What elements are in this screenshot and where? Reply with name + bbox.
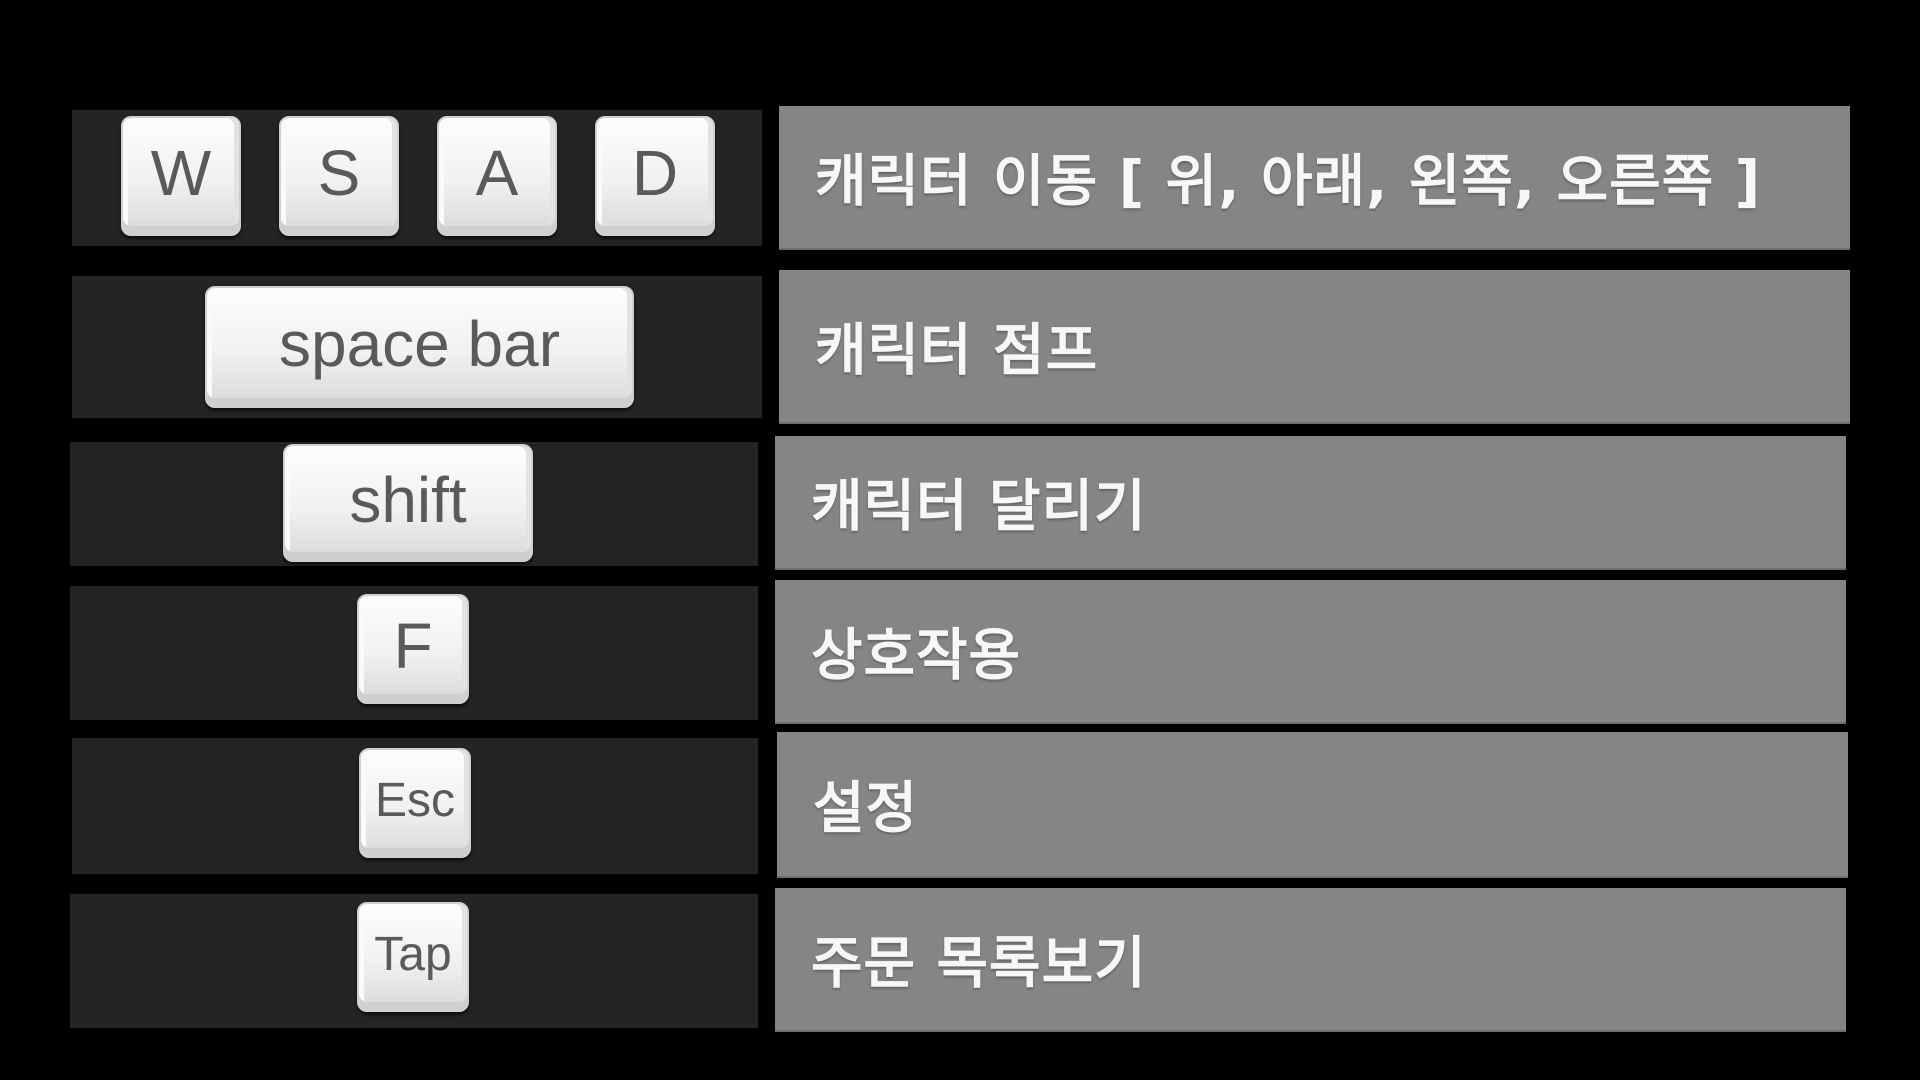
key-panel-move: W S A D	[72, 110, 762, 246]
key-d-label: D	[631, 137, 679, 209]
description-settings: 설정	[813, 776, 919, 842]
description-panel-jump: 캐릭터 점프	[779, 270, 1850, 424]
key-shift-label: shift	[349, 464, 467, 536]
key-panel-run: shift	[70, 442, 758, 566]
key-s-label: S	[317, 137, 361, 209]
key-tap[interactable]: Tap	[357, 902, 469, 1012]
key-panel-settings: Esc	[72, 738, 758, 874]
description-panel-move: 캐릭터 이동 [ 위, 아래, 왼쪽, 오른쪽 ]	[779, 106, 1850, 250]
description-jump: 캐릭터 점프	[815, 318, 1099, 384]
key-esc[interactable]: Esc	[359, 748, 471, 858]
key-d[interactable]: D	[595, 116, 715, 236]
key-w[interactable]: W	[121, 116, 241, 236]
key-space-bar[interactable]: space bar	[205, 286, 634, 408]
description-orders: 주문 목록보기	[811, 931, 1147, 997]
description-move: 캐릭터 이동 [ 위, 아래, 왼쪽, 오른쪽 ]	[815, 149, 1762, 215]
description-panel-orders: 주문 목록보기	[775, 888, 1846, 1032]
description-panel-settings: 설정	[777, 732, 1848, 878]
description-run: 캐릭터 달리기	[811, 474, 1147, 540]
key-guide-screen: { "rows": [ { "keys": ["W", "S", "A", "D…	[0, 0, 1920, 1080]
description-panel-run: 캐릭터 달리기	[775, 436, 1846, 570]
key-s[interactable]: S	[279, 116, 399, 236]
key-f-label: F	[393, 610, 433, 682]
key-esc-label: Esc	[374, 773, 455, 827]
key-w-label: W	[150, 137, 212, 209]
description-panel-interact: 상호작용	[775, 580, 1846, 724]
key-panel-interact: F	[70, 586, 758, 720]
key-panel-jump: space bar	[72, 276, 762, 418]
key-panel-orders: Tap	[70, 894, 758, 1028]
key-tap-label: Tap	[374, 927, 452, 981]
key-a[interactable]: A	[437, 116, 557, 236]
key-space-bar-label: space bar	[278, 308, 561, 380]
key-shift[interactable]: shift	[283, 444, 533, 562]
key-a-label: A	[475, 137, 519, 209]
key-f[interactable]: F	[357, 594, 469, 704]
description-interact: 상호작용	[811, 623, 1022, 689]
